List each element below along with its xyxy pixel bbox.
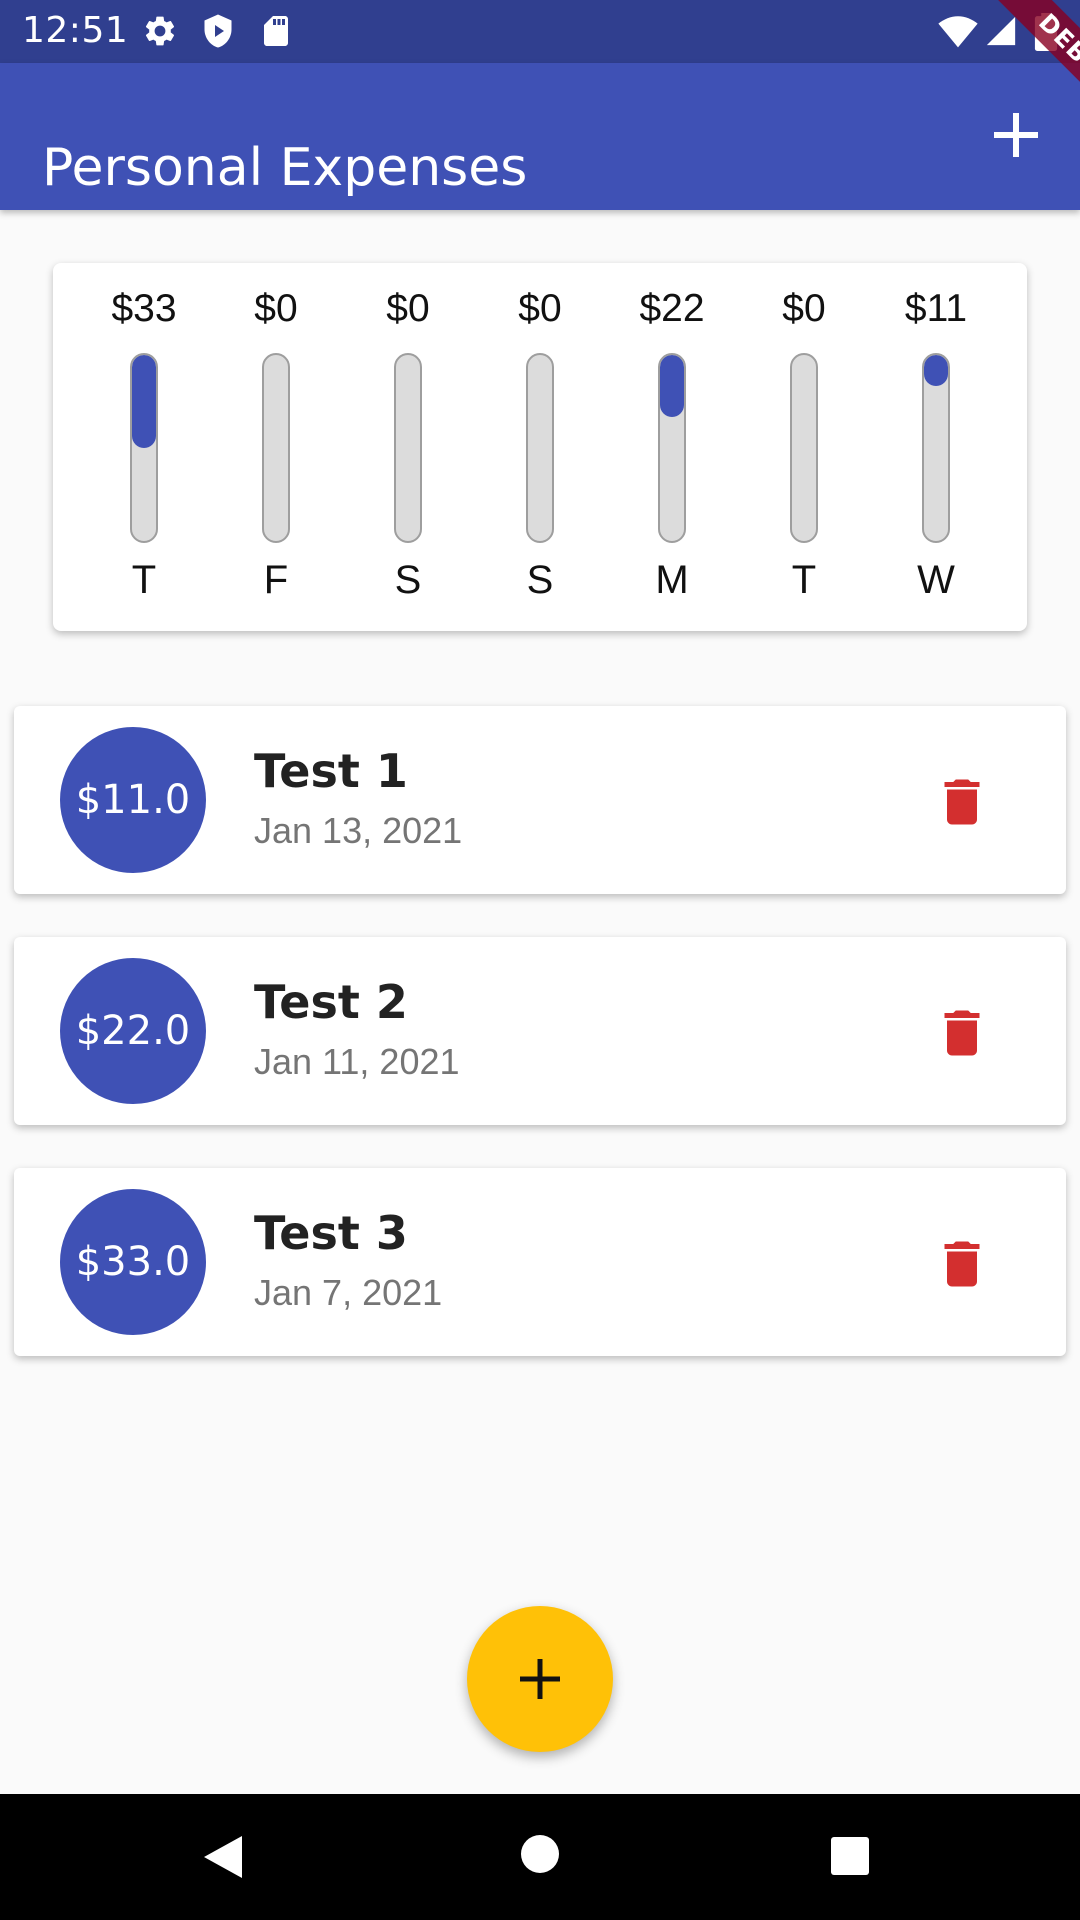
chart-bar-fill bbox=[132, 355, 156, 448]
transaction-date: Jan 13, 2021 bbox=[254, 810, 463, 851]
chart-bar-fill bbox=[924, 355, 948, 387]
transaction-title: Test 2 bbox=[254, 975, 408, 1029]
chart-day-label: M bbox=[655, 558, 689, 602]
back-triangle-icon[interactable] bbox=[202, 1834, 244, 1880]
plus-icon bbox=[520, 1659, 560, 1699]
chart-column: $11 W bbox=[870, 263, 1002, 631]
chart-column: $33 T bbox=[78, 263, 210, 631]
battery-icon bbox=[1034, 13, 1058, 51]
status-time: 12:51 bbox=[22, 10, 129, 51]
system-nav-bar bbox=[0, 1794, 1080, 1920]
wifi-icon bbox=[938, 16, 978, 48]
transaction-amount-avatar: $11.0 bbox=[60, 727, 206, 873]
transaction-amount-avatar: $33.0 bbox=[60, 1189, 206, 1335]
status-bar: 12:51 bbox=[0, 0, 1080, 63]
shield-play-icon bbox=[204, 14, 232, 48]
weekly-chart-card: $33 T $0 F $0 S $0 S $22 M $0 T $11 W bbox=[53, 263, 1027, 631]
chart-day-label: F bbox=[263, 558, 289, 602]
chart-column: $22 M bbox=[606, 263, 738, 631]
recents-square-icon[interactable] bbox=[830, 1836, 870, 1876]
add-transaction-fab[interactable] bbox=[467, 1606, 613, 1752]
transaction-date: Jan 7, 2021 bbox=[254, 1272, 443, 1313]
transaction-title: Test 1 bbox=[254, 744, 408, 798]
chart-bar bbox=[658, 353, 686, 543]
chart-amount-label: $22 bbox=[639, 287, 705, 330]
chart-column: $0 F bbox=[210, 263, 342, 631]
chart-column: $0 T bbox=[738, 263, 870, 631]
chart-bar bbox=[526, 353, 554, 543]
delete-button[interactable] bbox=[932, 772, 992, 832]
chart-amount-label: $11 bbox=[904, 287, 968, 330]
app-bar: Personal Expenses bbox=[0, 63, 1080, 210]
transaction-title: Test 3 bbox=[254, 1206, 408, 1260]
chart-day-label: S bbox=[394, 558, 422, 602]
page-title: Personal Expenses bbox=[42, 137, 528, 198]
chart-bar bbox=[790, 353, 818, 543]
chart-bar-fill bbox=[660, 355, 684, 417]
chart-amount-label: $0 bbox=[782, 287, 826, 330]
home-circle-icon[interactable] bbox=[520, 1834, 560, 1874]
chart-bar bbox=[394, 353, 422, 543]
trash-icon bbox=[944, 1241, 980, 1287]
chart-day-label: T bbox=[791, 558, 817, 602]
chart-amount-label: $0 bbox=[254, 287, 298, 330]
chart-bar bbox=[262, 353, 290, 543]
transaction-card: $33.0 Test 3 Jan 7, 2021 bbox=[14, 1168, 1066, 1356]
transaction-card: $22.0 Test 2 Jan 11, 2021 bbox=[14, 937, 1066, 1125]
chart-amount-label: $33 bbox=[111, 287, 177, 330]
chart-column: $0 S bbox=[474, 263, 606, 631]
chart-amount-label: $0 bbox=[518, 287, 562, 330]
add-transaction-button[interactable] bbox=[984, 103, 1048, 167]
chart-bar bbox=[922, 353, 950, 543]
trash-icon bbox=[944, 1010, 980, 1056]
transaction-date: Jan 11, 2021 bbox=[254, 1041, 460, 1082]
sd-card-icon bbox=[264, 16, 288, 46]
transaction-amount-avatar: $22.0 bbox=[60, 958, 206, 1104]
chart-day-label: T bbox=[131, 558, 157, 602]
chart-column: $0 S bbox=[342, 263, 474, 631]
gear-icon bbox=[145, 16, 175, 46]
chart-amount-label: $0 bbox=[386, 287, 430, 330]
chart-bar bbox=[130, 353, 158, 543]
delete-button[interactable] bbox=[932, 1234, 992, 1294]
signal-icon bbox=[986, 16, 1016, 46]
trash-icon bbox=[944, 779, 980, 825]
plus-icon bbox=[994, 113, 1038, 157]
delete-button[interactable] bbox=[932, 1003, 992, 1063]
transaction-card: $11.0 Test 1 Jan 13, 2021 bbox=[14, 706, 1066, 894]
chart-day-label: S bbox=[526, 558, 554, 602]
chart-day-label: W bbox=[917, 558, 955, 602]
